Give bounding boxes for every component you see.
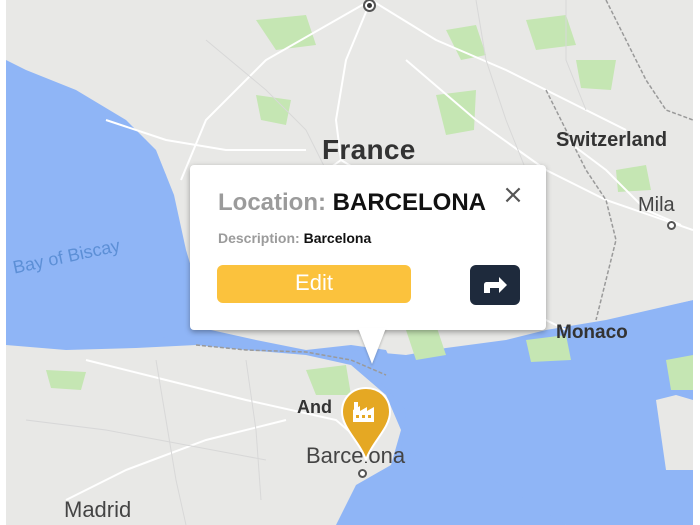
location-key: Location: xyxy=(218,189,326,216)
city-label-madrid: Madrid xyxy=(64,497,132,522)
milan-city-dot xyxy=(667,221,676,230)
location-value: BARCELONA xyxy=(332,189,486,216)
country-label-monaco: Monaco xyxy=(556,322,628,343)
country-label-switzerland: Switzerland xyxy=(556,129,668,151)
description-key: Description: xyxy=(218,230,300,246)
barcelona-city-dot xyxy=(358,469,367,478)
location-popup: Location: BARCELONA Description: Barcelo… xyxy=(190,165,546,364)
country-label-france: France xyxy=(322,134,416,165)
country-label-andorra: And xyxy=(297,397,332,417)
description-row: Description: Barcelona xyxy=(218,230,371,246)
city-label-milan: Mila xyxy=(638,194,675,216)
edit-button[interactable]: Edit xyxy=(217,265,411,303)
description-value: Barcelona xyxy=(303,230,372,246)
map-canvas[interactable]: France Switzerland Mila Bay of Biscay Mo… xyxy=(6,0,693,525)
location-marker-pin[interactable] xyxy=(340,386,392,464)
navigate-button[interactable] xyxy=(470,265,520,305)
location-row: Location: BARCELONA xyxy=(218,189,486,217)
close-icon[interactable]: × xyxy=(502,182,524,208)
directions-arrow-icon xyxy=(484,277,507,293)
popup-tail xyxy=(358,328,386,364)
